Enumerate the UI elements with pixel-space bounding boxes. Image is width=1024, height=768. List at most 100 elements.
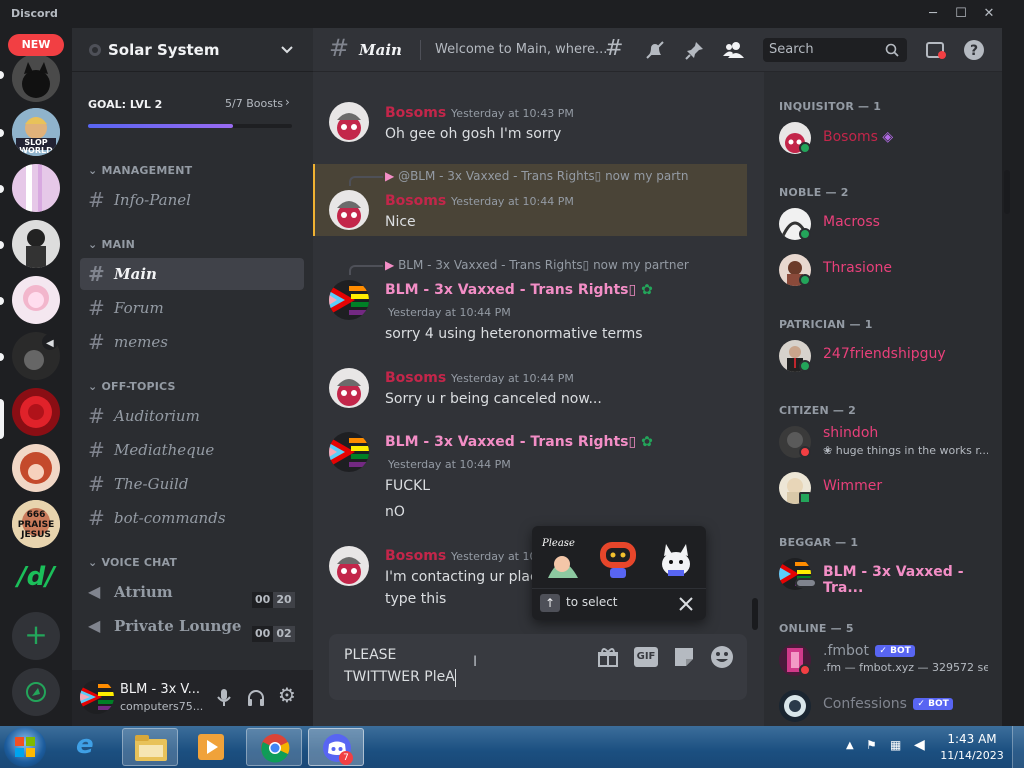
member-scrollbar[interactable] [1004,170,1010,214]
sticker-robot[interactable] [596,536,640,580]
sticker-icon[interactable] [672,645,696,669]
reply-preview[interactable]: ▶ @BLM - 3x Vaxxed - Trans Rights▯ now m… [385,169,705,183]
message-author[interactable]: Bosoms Yesterday at 10:44 PM [385,370,574,386]
user-avatar[interactable] [80,680,114,714]
emoji-icon[interactable] [710,645,734,669]
taskbar-media-player[interactable] [182,728,238,766]
maximize-button[interactable]: ☐ [948,2,974,26]
taskbar-file-explorer[interactable] [122,728,178,766]
category-main[interactable]: ⌄ MAIN [88,238,135,251]
avatar[interactable] [329,432,369,472]
threads-icon[interactable]: # [605,36,623,61]
add-server-button[interactable]: + [12,612,60,660]
member-name[interactable]: shindoh [823,425,878,441]
volume-icon[interactable]: ◀ [914,737,925,753]
avatar[interactable] [329,190,369,230]
server-header[interactable]: Solar System [72,28,313,72]
member-name[interactable]: Bosoms ◈ [823,129,893,145]
channel-the-guild[interactable]: # The-Guild [80,468,304,500]
chat-scrollbar[interactable] [752,598,758,630]
new-badge[interactable]: NEW [8,34,64,56]
settings-gear-icon[interactable]: ⚙ [278,683,296,707]
server-icon-cat[interactable] [12,54,60,102]
gif-button[interactable]: GIF [634,647,658,667]
show-desktop-button[interactable] [1012,726,1024,768]
reply-text: @BLM - 3x Vaxxed - Trans Rights▯ now my … [398,169,689,183]
inbox-icon[interactable] [925,40,947,60]
message-author[interactable]: Bosoms Yesterday at 10:44 PM [385,193,574,209]
pin-icon[interactable] [685,40,705,60]
chevron-down-icon[interactable] [280,44,294,56]
clock-time[interactable]: 1:43 AM [944,732,1000,746]
voice-channel-atrium[interactable]: ◀ Atrium 00 20 [80,576,304,608]
message-author[interactable]: BLM - 3x Vaxxed - Trans Rights▯ ✿ [385,282,653,298]
voice-user-count: 00 02 [252,618,295,642]
server-icon-redhead[interactable] [12,444,60,492]
speaker-icon: ◀ [88,582,101,601]
avatar[interactable] [329,546,369,586]
avatar[interactable] [779,690,811,722]
sticker-please[interactable]: Please [540,534,586,582]
network-icon[interactable]: ▦ [890,738,901,752]
headphones-icon[interactable] [247,689,265,707]
server-icon-praise[interactable]: 666 PRAISE JESUS [12,500,60,548]
reply-preview[interactable]: ▶ BLM - 3x Vaxxed - Trans Rights▯ now my… [385,258,689,272]
member-name[interactable]: Wimmer [823,478,882,494]
server-icon-anime[interactable] [12,276,60,324]
avatar[interactable] [329,368,369,408]
category-voice-chat[interactable]: ⌄ VOICE CHAT [88,556,177,569]
message-input[interactable]: PLEASE TWITTWER PleA I GIF [329,634,747,700]
taskbar-chrome[interactable] [246,728,302,766]
member-name[interactable]: Confessions ✓ BOT [823,696,953,712]
channel-info-panel[interactable]: # Info-Panel [80,184,304,216]
message-input-line: PLEASE [344,647,397,663]
member-name[interactable]: BLM - 3x Vaxxed - Tra... [823,564,1002,596]
explore-servers-button[interactable] [12,668,60,716]
message-author[interactable]: Bosoms Yesterday at 10:4 [385,548,547,564]
start-button[interactable] [4,727,46,767]
member-name[interactable]: .fmbot ✓ BOT [823,643,915,659]
tray-expand-icon[interactable]: ▲ [846,740,854,751]
clock-date[interactable]: 11/14/2023 [936,749,1008,762]
close-icon[interactable] [678,596,694,612]
gift-icon[interactable] [597,646,619,668]
member-name[interactable]: Macross [823,214,880,230]
member-name[interactable]: 247friendshipguy [823,346,946,362]
channel-bot-commands[interactable]: # bot-commands [80,502,304,534]
category-off-topics[interactable]: ⌄ OFF-TOPICS [88,380,176,393]
channel-auditorium[interactable]: # Auditorium [80,400,304,432]
server-icon-solar-system[interactable] [12,388,60,436]
category-management[interactable]: ⌄ MANAGEMENT [88,164,192,177]
microphone-icon[interactable] [216,688,232,708]
channel-memes[interactable]: # memes [80,326,304,358]
member-name[interactable]: Thrasione [823,260,892,276]
server-icon-slop-world[interactable]: SLOP WORLD [12,108,60,156]
server-icon-girl[interactable] [12,220,60,268]
member-list-icon[interactable] [723,40,745,60]
server-icon-pink[interactable] [12,164,60,212]
close-window-button[interactable]: ✕ [976,2,1002,26]
sticker-cat[interactable] [654,536,698,580]
search-input[interactable]: Search [763,38,907,62]
action-center-icon[interactable]: ⚑ [866,738,877,752]
avatar[interactable] [329,102,369,142]
boost-count[interactable]: 5/7 Boosts [225,97,283,110]
channel-topic[interactable]: Welcome to Main, where... [435,42,607,57]
taskbar-discord[interactable]: 7 [308,728,364,766]
channel-forum[interactable]: # Forum [80,292,304,324]
message-author[interactable]: Bosoms Yesterday at 10:43 PM [385,105,574,121]
taskbar-internet-explorer[interactable]: e [62,728,118,766]
server-icon-dark[interactable]: ◀ [12,332,60,380]
channel-mediatheque[interactable]: # Mediatheque [80,434,304,466]
author-name: BLM - 3x Vaxxed - Trans Rights▯ [385,282,637,298]
voice-channel-private-lounge[interactable]: ◀ Private Lounge 00 02 [80,610,304,642]
minimize-button[interactable]: ─ [920,2,946,26]
message-author[interactable]: BLM - 3x Vaxxed - Trans Rights▯ ✿ [385,434,653,450]
channel-main[interactable]: # Main [80,258,304,290]
help-icon[interactable]: ? [963,39,985,61]
category-label: OFF-TOPICS [101,380,176,393]
avatar[interactable] [329,280,369,320]
server-icon-slash-d[interactable]: /d/ [12,556,60,604]
mute-bell-icon[interactable] [645,40,665,60]
boost-progress-bar [88,124,292,128]
